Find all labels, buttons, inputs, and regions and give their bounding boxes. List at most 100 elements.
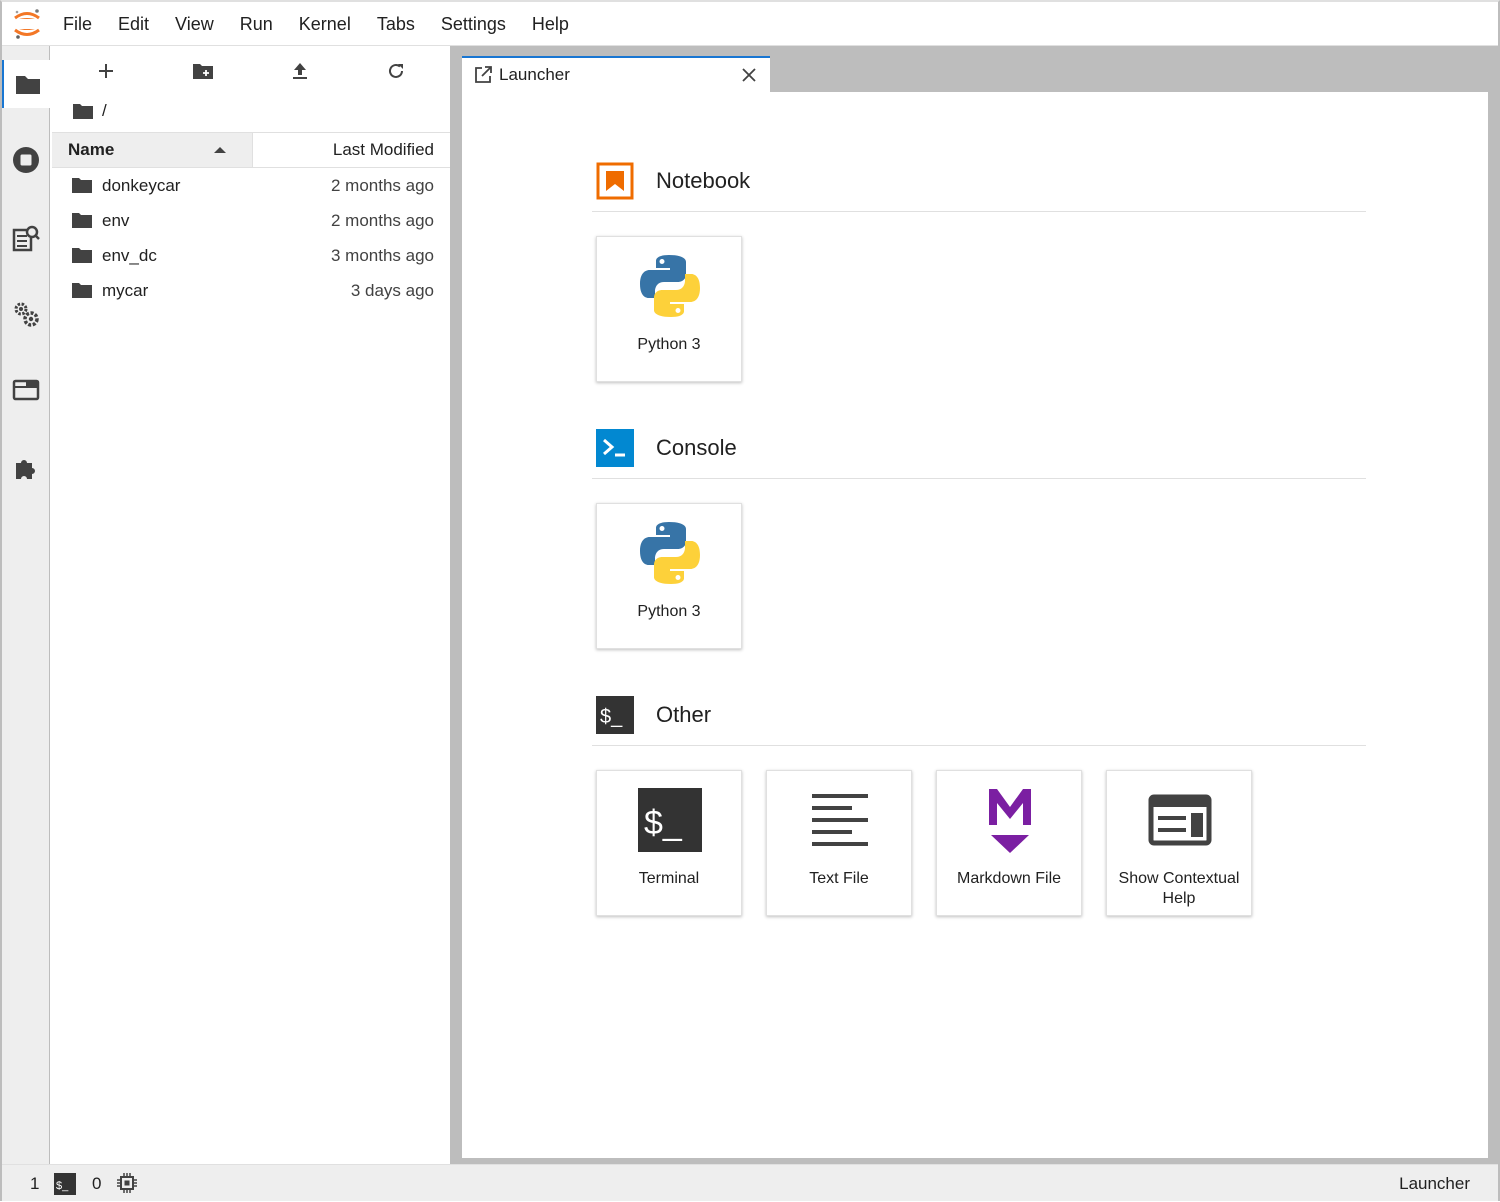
markdown-icon — [977, 787, 1043, 853]
svg-text:$_: $_ — [56, 1180, 69, 1192]
section-title: Other — [656, 702, 712, 727]
file-modified: 2 months ago — [330, 211, 434, 230]
menubar: File Edit View Run Kernel Tabs Settings … — [2, 2, 1498, 46]
terminal-small-icon: $_ — [596, 696, 634, 734]
notebook-cards: Python 3 — [592, 236, 1366, 384]
file-browser-panel: / Name Last Modified donkeycar 2 months … — [50, 46, 450, 1164]
menu-kernel[interactable]: Kernel — [286, 2, 364, 46]
launcher-panel: Notebook Python 3 Console Python 3 $_ Ot… — [462, 92, 1488, 1158]
card-label: Python 3 — [637, 336, 701, 353]
new-folder-button[interactable] — [188, 58, 218, 84]
tab-launcher[interactable]: Launcher — [462, 56, 770, 94]
file-name: donkeycar — [102, 176, 181, 195]
folder-icon — [72, 248, 92, 263]
file-row[interactable]: mycar 3 days ago — [52, 273, 450, 308]
section-title: Console — [656, 435, 737, 460]
contextual-help-icon — [1147, 787, 1213, 853]
card-label: Terminal — [638, 870, 700, 887]
console-section-header: Console — [592, 429, 1366, 479]
folder-icon — [72, 283, 92, 298]
name-column-label: Name — [68, 140, 115, 159]
folder-icon — [72, 213, 92, 228]
property-inspector-tab-button[interactable] — [2, 290, 50, 338]
other-cards: $_ Terminal Text File Markdown File Show… — [592, 770, 1366, 918]
file-modified: 2 months ago — [330, 176, 434, 195]
file-row[interactable]: donkeycar 2 months ago — [52, 168, 450, 203]
python-logo-icon — [637, 253, 703, 319]
menu-settings[interactable]: Settings — [428, 2, 519, 46]
left-activity-bar — [2, 46, 51, 1164]
notebook-section: Notebook Python 3 — [592, 162, 1366, 384]
name-column-header[interactable]: Name — [52, 133, 252, 167]
refresh-icon — [389, 63, 403, 78]
file-browser-tab-button[interactable] — [2, 60, 51, 108]
menu-help[interactable]: Help — [519, 2, 582, 46]
menu-edit[interactable]: Edit — [105, 2, 162, 46]
file-name: env_dc — [102, 246, 157, 265]
jupyter-logo-icon — [12, 9, 42, 39]
extension-manager-tab-button[interactable] — [2, 444, 50, 492]
terminal-status-icon: $_ — [54, 1173, 76, 1195]
upload-icon — [293, 63, 307, 79]
home-folder-icon[interactable] — [72, 102, 94, 120]
file-modified: 3 months ago — [330, 246, 434, 265]
text-file-card[interactable]: Text File — [766, 770, 912, 916]
contextual-help-card[interactable]: Show Contextual Help — [1106, 770, 1252, 916]
console-python3-card[interactable]: Python 3 — [596, 503, 742, 649]
markdown-file-card[interactable]: Markdown File — [936, 770, 1082, 916]
new-folder-icon — [193, 64, 213, 79]
kernels-count[interactable]: 0 — [92, 1165, 101, 1202]
console-icon — [596, 429, 634, 467]
svg-text:$_: $_ — [600, 706, 623, 728]
jupyterlab-window: File Edit View Run Kernel Tabs Settings … — [0, 0, 1500, 1201]
command-palette-icon — [12, 225, 40, 252]
file-browser-toolbar — [50, 46, 450, 96]
card-label: Text File — [809, 870, 869, 887]
breadcrumb: / — [72, 100, 107, 122]
extension-puzzle-icon — [16, 460, 35, 479]
property-inspector-gears-icon — [14, 302, 39, 327]
notebook-icon — [596, 162, 634, 200]
open-tabs-tab-button[interactable] — [2, 366, 50, 414]
kernel-chip-icon — [117, 1173, 137, 1193]
file-list-header: Name Last Modified — [52, 132, 450, 168]
file-row[interactable]: env 2 months ago — [52, 203, 450, 238]
notebook-section-header: Notebook — [592, 162, 1366, 212]
tab-label: Launcher — [499, 65, 570, 84]
terminal-card[interactable]: $_ Terminal — [596, 770, 742, 916]
status-current-activity: Launcher — [1399, 1174, 1470, 1193]
other-section-header: $_ Other — [592, 696, 1366, 746]
menu-tabs[interactable]: Tabs — [364, 2, 428, 46]
section-title: Notebook — [656, 168, 751, 193]
close-icon[interactable] — [740, 66, 758, 84]
new-launcher-button[interactable] — [91, 58, 121, 84]
breadcrumb-root[interactable]: / — [102, 101, 107, 121]
file-name: env — [102, 211, 130, 230]
svg-text:$_: $_ — [644, 804, 683, 842]
menu-run[interactable]: Run — [227, 2, 286, 46]
file-modified: 3 days ago — [350, 281, 434, 300]
console-cards: Python 3 — [592, 503, 1366, 651]
python-logo-icon — [637, 520, 703, 586]
notebook-python3-card[interactable]: Python 3 — [596, 236, 742, 382]
statusbar: 1 $_ 0 Launcher — [2, 1164, 1498, 1201]
running-sessions-tab-button[interactable] — [2, 136, 50, 184]
launcher-tab-icon — [475, 66, 492, 83]
file-name: mycar — [102, 281, 149, 300]
file-row[interactable]: env_dc 3 months ago — [52, 238, 450, 273]
last-modified-column-header[interactable]: Last Modified — [252, 133, 450, 167]
tabs-window-icon — [12, 379, 40, 401]
menu-view[interactable]: View — [162, 2, 227, 46]
terminals-count[interactable]: 1 — [30, 1165, 39, 1202]
file-list: donkeycar 2 months ago env 2 months ago … — [52, 168, 450, 308]
card-label: Markdown File — [956, 870, 1062, 887]
upload-files-button[interactable] — [285, 58, 315, 84]
command-palette-tab-button[interactable] — [2, 214, 50, 262]
card-label: Python 3 — [637, 603, 701, 620]
refresh-file-list-button[interactable] — [381, 58, 411, 84]
running-stop-icon — [13, 147, 39, 173]
panel-split-handle[interactable] — [450, 46, 462, 1164]
menu-file[interactable]: File — [50, 2, 105, 46]
other-section: $_ Other $_ Terminal Text File Markdown … — [592, 696, 1366, 918]
sort-ascending-icon — [214, 147, 226, 153]
